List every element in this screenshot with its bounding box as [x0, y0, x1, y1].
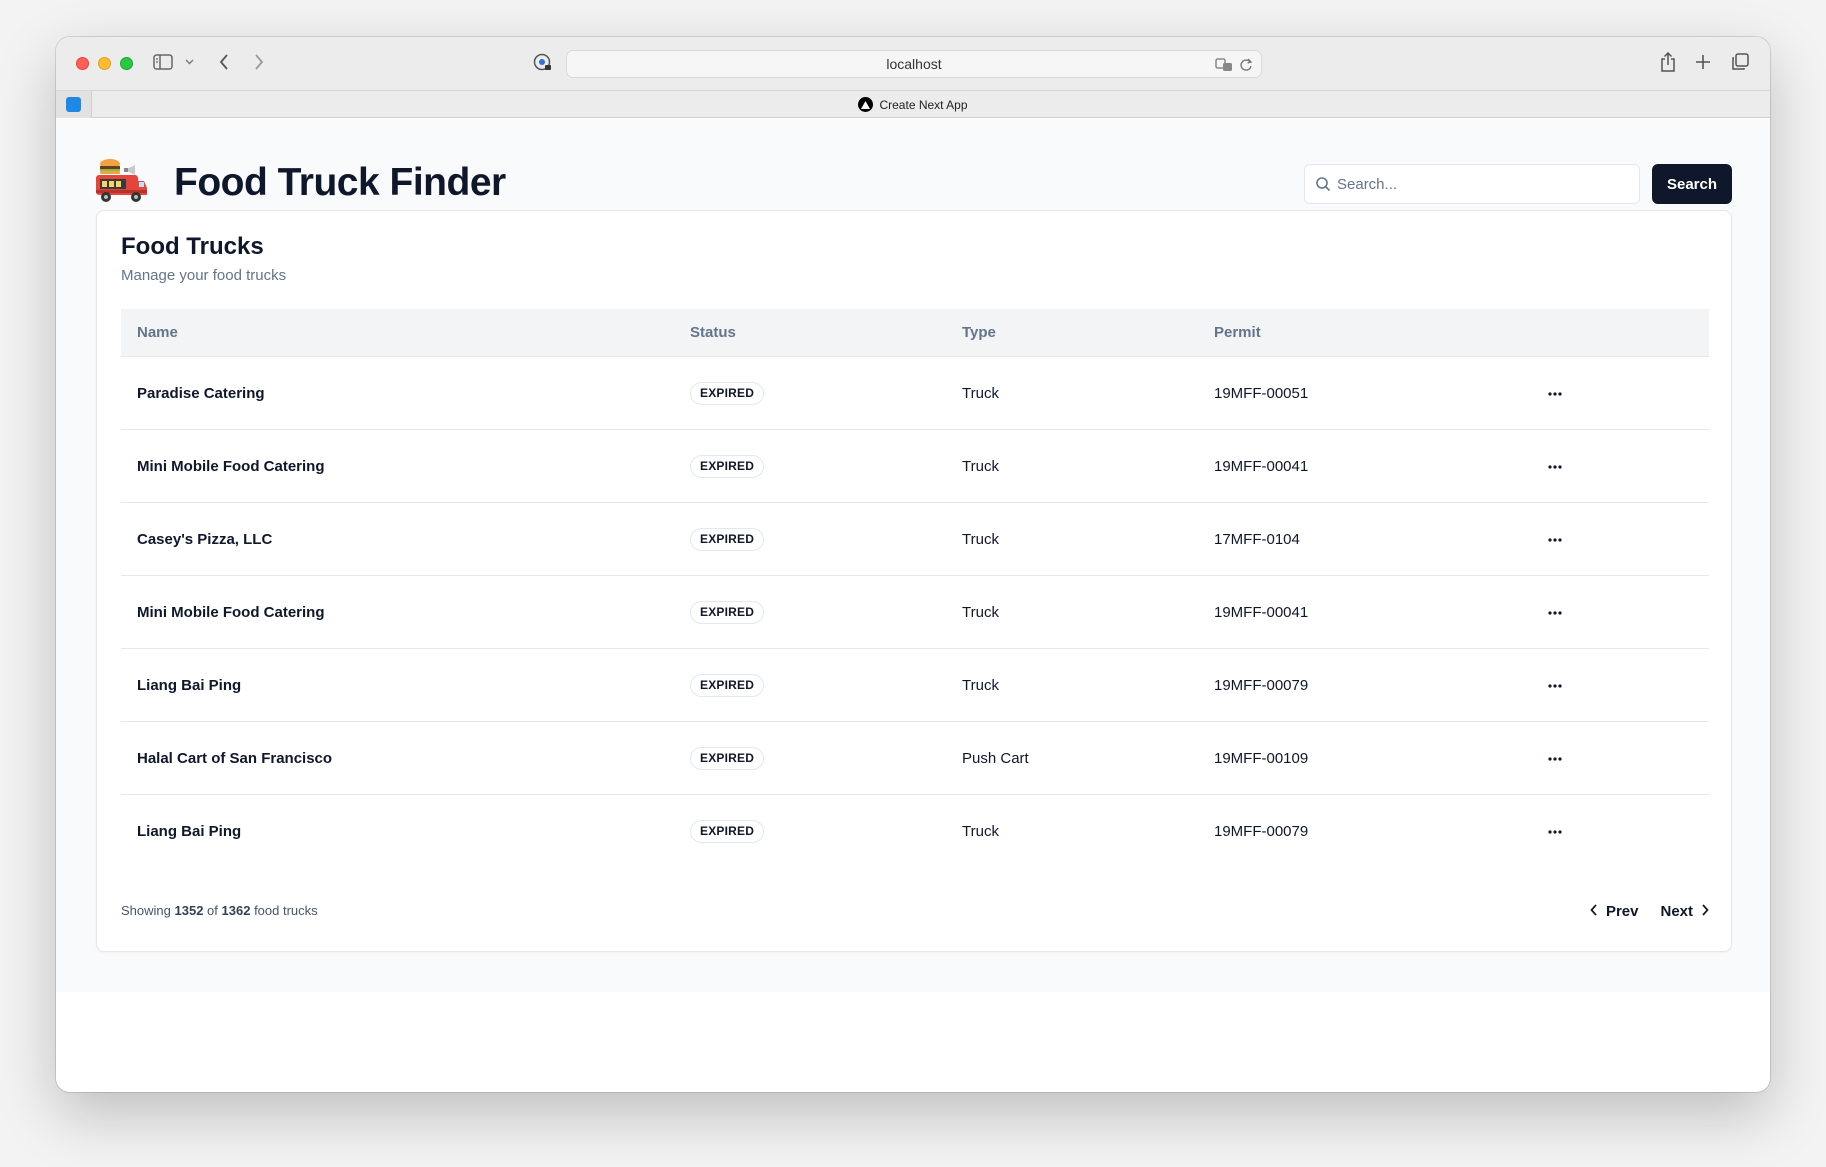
permit-number: 19MFF-00051 — [1214, 385, 1309, 402]
share-icon[interactable] — [1657, 50, 1679, 74]
search-field[interactable] — [1304, 164, 1640, 204]
food-trucks-table: Name Status Type Permit Paradise Caterin… — [121, 309, 1709, 868]
reload-icon[interactable] — [1239, 55, 1253, 81]
more-actions-icon[interactable] — [1544, 383, 1566, 405]
search-button[interactable]: Search — [1652, 164, 1732, 204]
page-bottom-area — [56, 992, 1770, 1092]
permit-number: 19MFF-00079 — [1214, 677, 1309, 694]
truck-type: Truck — [962, 385, 999, 402]
truck-type: Truck — [962, 458, 999, 475]
tab-bar: Create Next App — [56, 90, 1770, 118]
pagination-summary: Showing 1352 of 1362 food trucks — [121, 903, 318, 918]
more-actions-icon[interactable] — [1544, 675, 1566, 697]
truck-name: Halal Cart of San Francisco — [137, 750, 333, 767]
app-title: Food Truck Finder — [174, 161, 506, 204]
pagination: Prev Next — [1590, 897, 1709, 925]
summary-suffix: food trucks — [254, 903, 318, 918]
truck-type: Truck — [962, 531, 999, 548]
more-actions-icon[interactable] — [1544, 456, 1566, 478]
shown-count: 1352 — [174, 903, 204, 918]
browser-window: localhost Create Next App Food Truck Fin… — [56, 37, 1770, 1092]
column-header-type[interactable]: Type — [962, 309, 996, 357]
column-header-name[interactable]: Name — [137, 309, 178, 357]
truck-name: Paradise Catering — [137, 385, 265, 402]
more-actions-icon[interactable] — [1544, 821, 1566, 843]
truck-name: Liang Bai Ping — [137, 677, 242, 694]
food-trucks-card: Food Trucks Manage your food trucks Name… — [96, 210, 1732, 952]
showing-label: Showing — [121, 903, 171, 918]
table-row[interactable]: Mini Mobile Food Catering EXPIRED Truck … — [121, 576, 1709, 649]
search-input[interactable] — [1337, 165, 1627, 203]
card-subtitle: Manage your food trucks — [121, 267, 287, 284]
sidebar-toggle-icon[interactable] — [152, 52, 174, 72]
food-truck-logo-icon — [94, 157, 148, 207]
more-actions-icon[interactable] — [1544, 602, 1566, 624]
chevron-left-icon — [1590, 903, 1598, 920]
address-bar[interactable]: localhost — [566, 50, 1262, 78]
card-title: Food Trucks — [121, 233, 264, 260]
status-badge: EXPIRED — [690, 674, 765, 697]
total-count: 1362 — [221, 903, 251, 918]
next-label: Next — [1660, 902, 1693, 920]
tab-title-text: Create Next App — [879, 97, 968, 112]
permit-number: 19MFF-00109 — [1214, 750, 1309, 767]
table-row[interactable]: Paradise Catering EXPIRED Truck 19MFF-00… — [121, 357, 1709, 430]
url-text: localhost — [886, 56, 942, 72]
truck-name: Casey's Pizza, LLC — [137, 531, 273, 548]
status-badge: EXPIRED — [690, 820, 765, 843]
nextjs-logo-icon — [858, 97, 874, 112]
table-row[interactable]: Liang Bai Ping EXPIRED Truck 19MFF-00079 — [121, 795, 1709, 868]
window-controls — [76, 57, 133, 70]
chevron-right-icon — [1701, 903, 1709, 920]
prev-label: Prev — [1605, 902, 1639, 920]
app-page: Food Truck Finder Search Food Trucks Man… — [56, 119, 1770, 992]
truck-type: Truck — [962, 823, 999, 840]
more-actions-icon[interactable] — [1544, 748, 1566, 770]
privacy-shield-icon[interactable] — [532, 52, 554, 74]
of-label: of — [207, 903, 218, 918]
browser-toolbar: localhost Create Next App — [56, 37, 1770, 118]
status-badge: EXPIRED — [690, 528, 765, 551]
status-badge: EXPIRED — [690, 455, 765, 478]
truck-name: Mini Mobile Food Catering — [137, 458, 325, 475]
table-header: Name Status Type Permit — [121, 309, 1709, 357]
new-tab-icon[interactable] — [1692, 51, 1714, 73]
next-page-button[interactable]: Next — [1660, 897, 1709, 925]
table-row[interactable]: Liang Bai Ping EXPIRED Truck 19MFF-00079 — [121, 649, 1709, 722]
search-icon — [1315, 176, 1331, 197]
back-arrow-icon[interactable] — [214, 52, 234, 72]
more-actions-icon[interactable] — [1544, 529, 1566, 551]
close-window-button[interactable] — [76, 57, 89, 70]
truck-name: Mini Mobile Food Catering — [137, 604, 325, 621]
truck-name: Liang Bai Ping — [137, 823, 242, 840]
active-tab[interactable]: Create Next App — [56, 91, 1770, 118]
table-row[interactable]: Casey's Pizza, LLC EXPIRED Truck 17MFF-0… — [121, 503, 1709, 576]
column-header-status[interactable]: Status — [690, 309, 736, 357]
truck-type: Truck — [962, 604, 999, 621]
status-badge: EXPIRED — [690, 382, 765, 405]
zoom-window-button[interactable] — [120, 57, 133, 70]
prev-page-button[interactable]: Prev — [1590, 897, 1639, 925]
forward-arrow-icon[interactable] — [249, 52, 269, 72]
table-row[interactable]: Mini Mobile Food Catering EXPIRED Truck … — [121, 430, 1709, 503]
status-badge: EXPIRED — [690, 601, 765, 624]
permit-number: 17MFF-0104 — [1214, 531, 1300, 548]
status-badge: EXPIRED — [690, 747, 765, 770]
truck-type: Push Cart — [962, 750, 1029, 767]
permit-number: 19MFF-00041 — [1214, 604, 1309, 621]
minimize-window-button[interactable] — [98, 57, 111, 70]
column-header-permit[interactable]: Permit — [1214, 309, 1261, 357]
permit-number: 19MFF-00041 — [1214, 458, 1309, 475]
permit-number: 19MFF-00079 — [1214, 823, 1309, 840]
translate-icon[interactable] — [1215, 55, 1233, 81]
chevron-down-icon[interactable] — [183, 56, 195, 68]
table-row[interactable]: Halal Cart of San Francisco EXPIRED Push… — [121, 722, 1709, 795]
tab-overview-icon[interactable] — [1729, 51, 1751, 73]
truck-type: Truck — [962, 677, 999, 694]
